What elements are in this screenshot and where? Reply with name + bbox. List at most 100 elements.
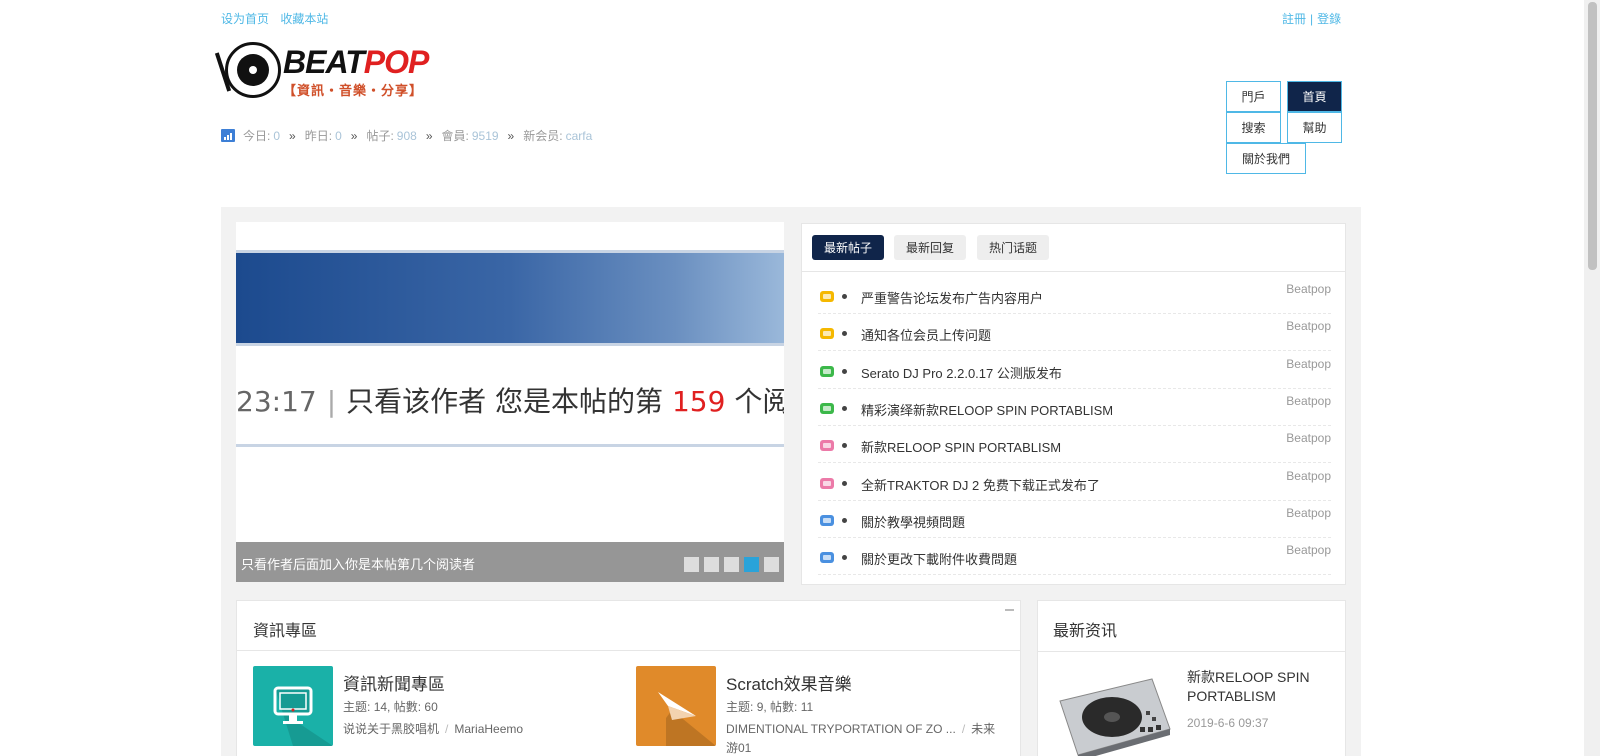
set-homepage-link[interactable]: 设为首页 bbox=[221, 12, 269, 26]
site-logo[interactable]: BEATPOP 【資訊・音樂・分享】 bbox=[214, 40, 446, 100]
page-scrollbar[interactable] bbox=[1584, 0, 1600, 756]
stat-arrow: » bbox=[507, 128, 515, 143]
latest-news-item-title[interactable]: 新款RELOOP SPIN PORTABLISM bbox=[1187, 668, 1327, 706]
forum-name[interactable]: 資訊新聞專區 bbox=[343, 670, 445, 695]
stat-posts-label: 帖子: bbox=[366, 129, 394, 143]
nav-search[interactable]: 搜索 bbox=[1226, 112, 1281, 143]
nav-home[interactable]: 首頁 bbox=[1287, 81, 1342, 112]
slider-dot[interactable] bbox=[764, 557, 779, 572]
thread-title[interactable]: 通知各位会员上传问题 bbox=[861, 325, 991, 344]
stat-newmember-link[interactable]: carfa bbox=[566, 129, 593, 143]
thread-author[interactable]: Beatpop bbox=[1286, 357, 1331, 371]
bullet-icon bbox=[842, 555, 847, 561]
thread-author[interactable]: Beatpop bbox=[1286, 543, 1331, 557]
tab-newest-replies[interactable]: 最新回复 bbox=[894, 235, 966, 260]
stat-yesterday-value: 0 bbox=[335, 128, 342, 143]
turntable-thumbnail[interactable] bbox=[1054, 671, 1174, 756]
slide-image-text: 23:17|只看该作者 您是本帖的第 159 个阅读者 bbox=[236, 385, 784, 418]
thread-row[interactable]: 严重警告论坛发布广告内容用户 Beatpop bbox=[818, 276, 1331, 314]
stat-yesterday-label: 昨日: bbox=[304, 129, 333, 143]
thread-type-icon bbox=[820, 552, 834, 564]
scrollbar-thumb[interactable] bbox=[1588, 2, 1597, 270]
vinyl-record-icon bbox=[225, 42, 281, 98]
news-zone-section: 資訊專區 資訊新聞專區 主题: 14, 帖數: 60 说说关于黑胶唱机 / Mari… bbox=[236, 600, 1021, 756]
nav-help[interactable]: 幫助 bbox=[1287, 112, 1342, 143]
tab-hot-topics[interactable]: 热门话题 bbox=[977, 235, 1049, 260]
thread-type-icon bbox=[820, 477, 834, 489]
stat-members-value: 9519 bbox=[471, 128, 499, 143]
slider-pagination bbox=[684, 557, 784, 572]
thread-title[interactable]: 關於教學視頻問題 bbox=[861, 512, 965, 531]
monitor-icon[interactable] bbox=[253, 666, 333, 746]
forum-meta: 主题: 9, 帖數: 11 bbox=[726, 700, 814, 714]
nav-portal[interactable]: 門戶 bbox=[1226, 81, 1281, 112]
thread-title[interactable]: 精彩演绎新款RELOOP SPIN PORTABLISM bbox=[861, 400, 1113, 419]
thread-row[interactable]: 全新TRAKTOR DJ 2 免费下载正式发布了 Beatpop bbox=[818, 463, 1331, 501]
stat-arrow: » bbox=[289, 128, 296, 143]
thread-type-icon bbox=[820, 328, 834, 340]
last-post-link[interactable]: 说说关于黑胶唱机 bbox=[343, 722, 439, 736]
last-post-author[interactable]: MariaHeemo bbox=[454, 722, 523, 736]
stat-today-label: 今日: bbox=[243, 129, 271, 143]
slider-dot[interactable] bbox=[684, 557, 699, 572]
forum-item[interactable]: Scratch效果音樂 主题: 9, 帖數: 11 DIMENTIONAL TR… bbox=[636, 666, 1016, 756]
stat-arrow: » bbox=[425, 128, 433, 143]
thread-tabs-panel: 最新帖子 最新回复 热门话题 严重警告论坛发布广告内容用户 Beatpop 通知各位… bbox=[801, 223, 1346, 585]
thread-type-icon bbox=[820, 514, 834, 526]
stat-members-label: 會員: bbox=[441, 129, 469, 143]
slider-dot[interactable] bbox=[704, 557, 719, 572]
tabs-header: 最新帖子 最新回复 热门话题 bbox=[802, 224, 1345, 272]
thread-row[interactable]: 關於教學視頻問題 Beatpop bbox=[818, 500, 1331, 538]
thread-type-icon bbox=[820, 365, 834, 377]
bookmark-site-link[interactable]: 收藏本站 bbox=[280, 12, 328, 26]
thread-author[interactable]: Beatpop bbox=[1286, 431, 1331, 445]
forum-item[interactable]: 資訊新聞專區 主题: 14, 帖數: 60 说说关于黑胶唱机 / MariaHeem… bbox=[253, 666, 633, 756]
logo-wordmark: BEATPOP bbox=[283, 44, 429, 80]
thread-title[interactable]: 新款RELOOP SPIN PORTABLISM bbox=[861, 437, 1061, 456]
bullet-icon bbox=[842, 480, 847, 486]
nav-about[interactable]: 關於我們 bbox=[1226, 143, 1306, 174]
thread-author[interactable]: Beatpop bbox=[1286, 469, 1331, 483]
latest-news-item-date: 2019-6-6 09:37 bbox=[1187, 716, 1269, 730]
register-link[interactable]: 註冊 bbox=[1282, 12, 1306, 26]
slider-dot-active[interactable] bbox=[744, 557, 759, 572]
slide-banner bbox=[236, 250, 784, 346]
thread-author[interactable]: Beatpop bbox=[1286, 319, 1331, 333]
paper-plane-icon[interactable] bbox=[636, 666, 716, 746]
auth-separator: | bbox=[1310, 12, 1314, 26]
slide-caption[interactable]: 只看作者后面加入你是本帖第几个阅读者 bbox=[241, 554, 475, 573]
thread-title[interactable]: 严重警告论坛发布广告内容用户 bbox=[861, 288, 1043, 307]
forum-stats: 今日: 0 » 昨日: 0 » 帖子: 908 » 會員: 9519 » 新会员: car… bbox=[221, 127, 592, 144]
thread-title[interactable]: 關於更改下載附件收費問題 bbox=[861, 549, 1017, 568]
collapse-icon[interactable] bbox=[1005, 609, 1014, 611]
bullet-icon bbox=[842, 331, 847, 337]
tab-newest-posts[interactable]: 最新帖子 bbox=[812, 235, 884, 260]
bullet-icon bbox=[842, 405, 847, 411]
forum-name[interactable]: Scratch效果音樂 bbox=[726, 670, 852, 695]
bullet-icon bbox=[842, 517, 847, 523]
thread-row[interactable]: 通知各位会员上传问题 Beatpop bbox=[818, 313, 1331, 352]
thread-author[interactable]: Beatpop bbox=[1286, 394, 1331, 408]
logo-tagline: 【資訊・音樂・分享】 bbox=[283, 83, 424, 98]
thread-author[interactable]: Beatpop bbox=[1286, 506, 1331, 520]
slider-dot[interactable] bbox=[724, 557, 739, 572]
news-zone-title: 資訊專區 bbox=[253, 623, 318, 640]
thread-title[interactable]: Serato DJ Pro 2.2.0.17 公测版发布 bbox=[861, 363, 1062, 382]
forum-meta: 主题: 14, 帖數: 60 bbox=[343, 700, 438, 714]
latest-news-title: 最新资讯 bbox=[1053, 623, 1118, 640]
latest-news-panel: 最新资讯 新款RELOOP SPIN PORTABLISM 2019-6-6 0… bbox=[1037, 600, 1346, 756]
thread-row[interactable]: 關於更改下載附件收費問題 Beatpop bbox=[818, 537, 1331, 576]
thread-title[interactable]: 全新TRAKTOR DJ 2 免费下载正式发布了 bbox=[861, 475, 1100, 494]
image-slider[interactable]: 23:17|只看该作者 您是本帖的第 159 个阅读者 只看作者后面加入你是本帖… bbox=[236, 222, 784, 582]
slide-divider bbox=[236, 444, 784, 447]
thread-row[interactable]: 精彩演绎新款RELOOP SPIN PORTABLISM Beatpop bbox=[818, 388, 1331, 426]
thread-author[interactable]: Beatpop bbox=[1286, 282, 1331, 296]
login-link[interactable]: 登錄 bbox=[1317, 12, 1341, 26]
auth-links: 註冊 | 登錄 bbox=[1282, 10, 1341, 27]
last-post-link[interactable]: DIMENTIONAL TRYPORTATION OF ZO ... bbox=[726, 722, 956, 736]
thread-type-icon bbox=[820, 291, 834, 302]
thread-row[interactable]: 新款RELOOP SPIN PORTABLISM Beatpop bbox=[818, 425, 1331, 464]
thread-row[interactable]: Serato DJ Pro 2.2.0.17 公测版发布 Beatpop bbox=[818, 351, 1331, 389]
bar-chart-icon bbox=[221, 129, 235, 142]
bullet-icon bbox=[842, 443, 847, 449]
